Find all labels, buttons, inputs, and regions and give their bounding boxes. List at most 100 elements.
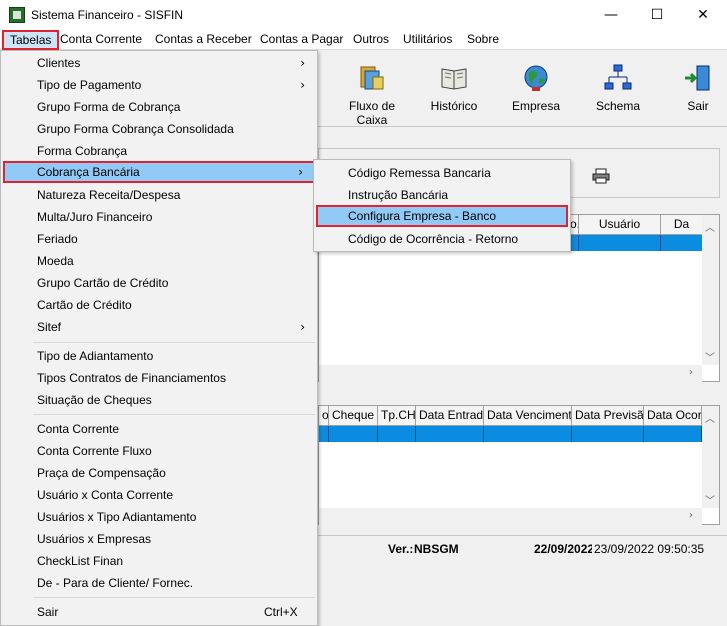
menu-item-multa-juro-financeiro[interactable]: Multa/Juro Financeiro <box>3 206 315 228</box>
menu-outros[interactable]: Outros <box>347 30 395 50</box>
menu-item-usuario-x-conta-corrente[interactable]: Usuário x Conta Corrente <box>3 484 315 506</box>
schema-icon <box>603 63 633 93</box>
menu-conta-corrente[interactable]: Conta Corrente <box>54 30 148 50</box>
menu-item-conta-corrente-fluxo[interactable]: Conta Corrente Fluxo <box>3 440 315 462</box>
grid-selected-cell[interactable] <box>378 426 416 442</box>
menu-item-cartao-de-credito[interactable]: Cartão de Crédito <box>3 294 315 316</box>
menu-contas-a-receber[interactable]: Contas a Receber <box>149 30 258 50</box>
maximize-button[interactable]: ☐ <box>634 0 680 30</box>
fluxo-de-caixa-label: Fluxo de Caixa <box>348 99 396 127</box>
sair-label: Sair <box>687 99 709 113</box>
minimize-button[interactable]: — <box>588 0 634 30</box>
empresa-label: Empresa <box>511 99 561 113</box>
menu-item-sair[interactable]: Sair Ctrl+X <box>3 601 315 623</box>
menu-tabelas[interactable]: Tabelas <box>2 30 60 50</box>
menu-item-de-para-cliente-fornec[interactable]: De - Para de Cliente/ Fornec. <box>3 572 315 594</box>
grid-selected-cell[interactable] <box>572 426 644 442</box>
grid-header-data[interactable]: Da <box>661 215 703 235</box>
menu-bar: Tabelas Conta Corrente Contas a Receber … <box>0 30 727 50</box>
menu-contas-a-pagar[interactable]: Contas a Pagar <box>254 30 349 50</box>
shortcut-label: Ctrl+X <box>264 605 298 619</box>
menu-item-natureza-receita-despesa[interactable]: Natureza Receita/Despesa <box>3 184 315 206</box>
grid-selected-cell[interactable] <box>416 426 484 442</box>
window-title: Sistema Financeiro - SISFIN <box>31 8 184 22</box>
grid-header-cheque[interactable]: Cheque <box>329 406 378 426</box>
chevron-right-icon: › <box>298 165 303 179</box>
grid-selected-cell[interactable] <box>644 426 702 442</box>
menu-item-sitef[interactable]: Sitef › <box>3 316 315 338</box>
menu-item-checklist-finan[interactable]: CheckList Finan <box>3 550 315 572</box>
title-bar: Sistema Financeiro - SISFIN — ☐ ✕ <box>0 0 727 30</box>
upper-grid-vscrollbar[interactable]: ︿ ﹀ <box>702 215 719 365</box>
fluxo-de-caixa-button[interactable]: Fluxo de Caixa <box>333 61 411 127</box>
historico-label: Histórico <box>430 99 478 113</box>
scroll-down-icon[interactable]: ﹀ <box>705 492 715 507</box>
menu-item-grupo-forma-cobranca-consolidada[interactable]: Grupo Forma Cobrança Consolidada <box>3 118 315 140</box>
menu-item-usuarios-x-tipo-adiantamento[interactable]: Usuários x Tipo Adiantamento <box>3 506 315 528</box>
menu-item-praca-de-compensacao[interactable]: Praça de Compensação <box>3 462 315 484</box>
grid-header-tpch[interactable]: Tp.CH <box>378 406 416 426</box>
menu-item-forma-cobranca[interactable]: Forma Cobrança <box>3 140 315 162</box>
submenu-item-codigo-de-ocorrencia-retorno[interactable]: Código de Ocorrência - Retorno <box>316 228 568 250</box>
toolbar: Fluxo de Caixa Histórico Empresa Schema … <box>318 51 727 127</box>
exit-door-icon <box>683 63 713 93</box>
menu-item-clientes[interactable]: Clientes › <box>3 52 315 74</box>
grid-selected-cell[interactable] <box>661 235 703 251</box>
tabelas-dropdown: Clientes › Tipo de Pagamento › Grupo Forma… <box>0 50 318 626</box>
lower-grid-hscrollbar[interactable]: › <box>319 508 702 525</box>
cash-flow-icon <box>357 63 387 93</box>
grid-header-usuario[interactable]: Usuário <box>579 215 661 235</box>
sair-button[interactable]: Sair <box>659 61 727 121</box>
scroll-right-icon[interactable]: › <box>689 367 693 378</box>
current-datetime: 23/09/2022 09:50:35 <box>594 542 705 556</box>
menu-item-label: Cobrança Bancária <box>37 165 140 179</box>
scroll-right-icon[interactable]: › <box>689 510 693 521</box>
menu-utilitarios[interactable]: Utilitários <box>397 30 458 50</box>
menu-item-grupo-forma-de-cobranca[interactable]: Grupo Forma de Cobrança <box>3 96 315 118</box>
grid-header-num[interactable]: o <box>319 406 329 426</box>
submenu-item-instrucao-bancaria[interactable]: Instrução Bancária <box>316 184 568 206</box>
menu-item-conta-corrente[interactable]: Conta Corrente <box>3 418 315 440</box>
grid-header-data-ocorrencia[interactable]: Data Ocorrê <box>644 406 702 426</box>
lower-grid-vscrollbar[interactable]: ︿ ﹀ <box>702 406 719 508</box>
system-date: 22/09/2022 <box>534 542 592 556</box>
menu-item-grupo-cartao-de-credito[interactable]: Grupo Cartão de Crédito <box>3 272 315 294</box>
menu-item-tipo-de-pagamento[interactable]: Tipo de Pagamento › <box>3 74 315 96</box>
historico-button[interactable]: Histórico <box>415 61 493 121</box>
menu-item-tipos-contratos-de-financiamentos[interactable]: Tipos Contratos de Financiamentos <box>3 367 315 389</box>
printer-icon[interactable] <box>592 168 610 184</box>
scroll-up-icon[interactable]: ︿ <box>705 219 715 234</box>
menu-item-situacao-de-cheques[interactable]: Situação de Cheques <box>3 389 315 411</box>
menu-item-moeda[interactable]: Moeda <box>3 250 315 272</box>
menu-sobre[interactable]: Sobre <box>461 30 505 50</box>
grid-header-data-vencimento[interactable]: Data Vencimento <box>484 406 572 426</box>
menu-item-label: Clientes <box>37 56 81 70</box>
grid-header-data-entrada[interactable]: Data Entrada <box>416 406 484 426</box>
status-bar: Ver.: NBSGM 22/09/2022 23/09/2022 09:50:… <box>318 535 727 561</box>
schema-button[interactable]: Schema <box>579 61 657 121</box>
app-icon <box>9 7 25 23</box>
grid-header-data-previsao[interactable]: Data Previsão <box>572 406 644 426</box>
version-value: NBSGM <box>414 542 459 556</box>
lower-grid[interactable]: o Cheque Tp.CH Data Entrada Data Vencime… <box>318 405 720 525</box>
menu-item-feriado[interactable]: Feriado <box>3 228 315 250</box>
upper-grid-hscrollbar[interactable]: › <box>319 365 702 382</box>
menu-item-label: Sair <box>37 605 59 619</box>
submenu-item-configura-empresa-banco[interactable]: Configura Empresa - Banco <box>316 205 568 227</box>
book-icon <box>439 63 469 93</box>
menu-item-cobranca-bancaria[interactable]: Cobrança Bancária › <box>3 161 315 183</box>
chevron-right-icon: › <box>300 56 305 70</box>
grid-selected-cell[interactable] <box>329 426 378 442</box>
grid-selected-cell[interactable] <box>319 426 329 442</box>
scroll-up-icon[interactable]: ︿ <box>705 410 715 425</box>
close-button[interactable]: ✕ <box>680 0 726 30</box>
grid-selected-cell[interactable] <box>484 426 572 442</box>
empresa-button[interactable]: Empresa <box>497 61 575 121</box>
grid-selected-cell[interactable] <box>579 235 661 251</box>
menu-item-label: Tipo de Pagamento <box>37 78 142 92</box>
scroll-down-icon[interactable]: ﹀ <box>705 349 715 364</box>
menu-item-usuarios-x-empresas[interactable]: Usuários x Empresas <box>3 528 315 550</box>
submenu-item-codigo-remessa-bancaria[interactable]: Código Remessa Bancaria <box>316 162 568 184</box>
menu-item-tipo-de-adiantamento[interactable]: Tipo de Adiantamento <box>3 345 315 367</box>
globe-icon <box>521 63 551 93</box>
